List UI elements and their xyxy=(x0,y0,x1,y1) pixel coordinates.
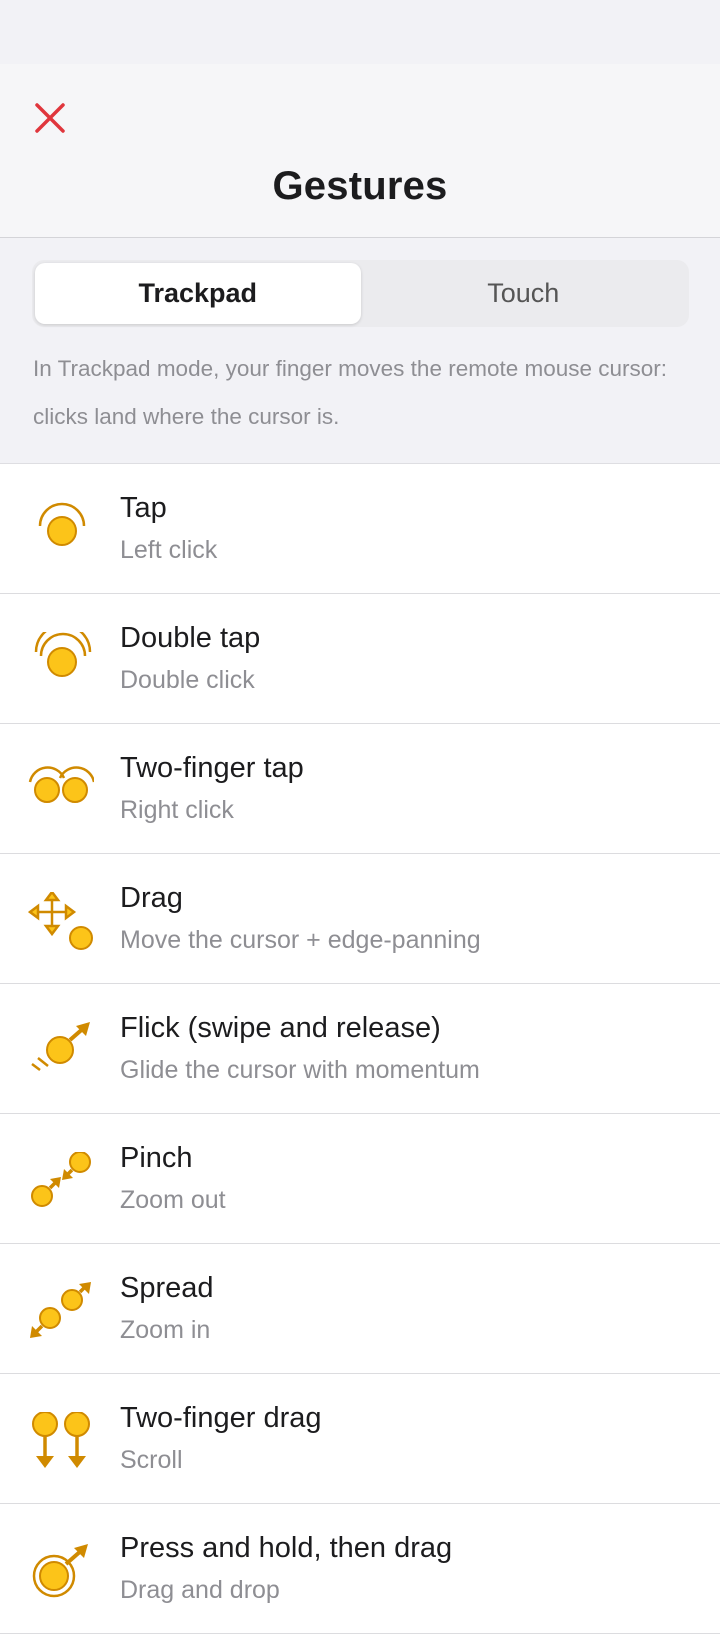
list-item[interactable]: Pinch Zoom out xyxy=(0,1114,720,1244)
gestures-sheet: Gestures Trackpad Touch In Trackpad mode… xyxy=(0,64,720,1634)
gesture-label: Spread xyxy=(120,1272,214,1304)
gesture-label: Flick (swipe and release) xyxy=(120,1012,441,1044)
two-finger-drag-icon xyxy=(32,1412,90,1468)
gesture-action: Scroll xyxy=(120,1446,183,1474)
gesture-action: Zoom out xyxy=(120,1186,226,1214)
mode-description: In Trackpad mode, your finger moves the … xyxy=(33,356,668,429)
gesture-label: Pinch xyxy=(120,1142,193,1174)
gesture-label: Tap xyxy=(120,492,167,524)
status-bar-area xyxy=(0,0,720,64)
gesture-label: Drag xyxy=(120,882,183,914)
list-item[interactable]: Press and hold, then drag Drag and drop xyxy=(0,1504,720,1634)
mode-segmented-control: Trackpad Touch xyxy=(32,260,689,327)
gesture-action: Move the cursor + edge-panning xyxy=(120,926,481,954)
spread-icon xyxy=(30,1282,91,1338)
list-item[interactable]: Flick (swipe and release) Glide the curs… xyxy=(0,984,720,1114)
gesture-label: Two-finger drag xyxy=(120,1402,322,1434)
list-item[interactable]: Two-finger tap Right click xyxy=(0,724,720,854)
gesture-action: Glide the cursor with momentum xyxy=(120,1056,480,1084)
gesture-action: Left click xyxy=(120,536,218,564)
list-item[interactable]: Double tap Double click xyxy=(0,594,720,724)
two-finger-tap-icon xyxy=(28,766,94,803)
tab-trackpad[interactable]: Trackpad xyxy=(35,263,361,324)
tap-icon xyxy=(38,502,86,546)
list-item[interactable]: Drag Move the cursor + edge-panning xyxy=(0,854,720,984)
list-item[interactable]: Two-finger drag Scroll xyxy=(0,1374,720,1504)
gesture-label: Double tap xyxy=(120,622,261,654)
gesture-action: Drag and drop xyxy=(120,1576,280,1604)
close-icon xyxy=(35,103,65,133)
mode-section: Trackpad Touch In Trackpad mode, your fi… xyxy=(0,238,720,464)
gesture-action: Double click xyxy=(120,666,255,694)
gesture-label: Two-finger tap xyxy=(120,752,304,784)
gesture-action: Zoom in xyxy=(120,1316,211,1344)
gesture-label: Press and hold, then drag xyxy=(120,1532,453,1564)
page-title: Gestures xyxy=(272,164,448,208)
list-item[interactable]: Spread Zoom in xyxy=(0,1244,720,1374)
double-tap-icon xyxy=(34,632,92,677)
close-button[interactable] xyxy=(30,98,70,138)
nav-bar: Gestures xyxy=(0,64,720,238)
flick-icon xyxy=(31,1022,90,1071)
press-hold-drag-icon xyxy=(32,1544,88,1598)
gesture-action: Right click xyxy=(120,796,234,824)
pinch-icon xyxy=(31,1152,91,1207)
tab-touch[interactable]: Touch xyxy=(361,263,687,324)
list-item[interactable]: Tap Left click xyxy=(0,464,720,594)
gesture-list: Tap Left click Double tap Double click T… xyxy=(0,464,720,1634)
drag-icon xyxy=(28,892,93,950)
